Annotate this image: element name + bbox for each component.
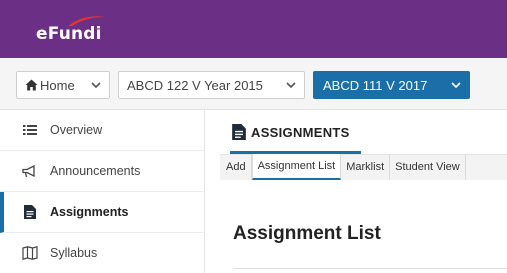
- chevron-down-icon: [91, 82, 101, 89]
- site-navigation-bar: Home ABCD 122 V Year 2015 ABCD 111 V 201…: [0, 58, 507, 110]
- tab-label: Student View: [395, 161, 460, 173]
- logo-swoosh-icon: [68, 16, 104, 26]
- top-banner: eFundi: [0, 0, 507, 58]
- site-dropdown-previous[interactable]: ABCD 122 V Year 2015: [118, 71, 305, 99]
- page-title: Assignment List: [233, 223, 381, 244]
- sidebar-item-label: Overview: [50, 123, 103, 137]
- sidebar-item-announcements[interactable]: Announcements: [0, 151, 205, 192]
- tool-tab-bar: Add Assignment List Marklist Student Vie…: [220, 154, 466, 180]
- megaphone-icon: [22, 164, 38, 178]
- site-dropdown-current[interactable]: ABCD 111 V 2017: [313, 71, 470, 99]
- tab-student-view[interactable]: Student View: [390, 154, 466, 180]
- home-dropdown[interactable]: Home: [16, 71, 110, 99]
- document-icon: [232, 124, 246, 140]
- sidebar-item-syllabus[interactable]: Syllabus: [0, 233, 205, 273]
- tab-label: Marklist: [346, 161, 385, 173]
- tab-add[interactable]: Add: [220, 154, 252, 180]
- sidebar-item-assignments[interactable]: Assignments: [0, 192, 205, 233]
- site-label: ABCD 111 V 2017: [323, 77, 428, 93]
- tab-label: Assignment List: [257, 160, 336, 172]
- tool-title: ASSIGNMENTS: [232, 124, 350, 140]
- document-icon: [22, 205, 38, 219]
- chevron-down-icon: [286, 82, 296, 89]
- chevron-down-icon: [451, 82, 461, 89]
- divider: [233, 268, 507, 269]
- home-icon: [25, 79, 38, 91]
- sidebar-item-label: Assignments: [50, 205, 129, 219]
- home-label: Home: [40, 77, 75, 93]
- main-content: ASSIGNMENTS Add Assignment List Marklist…: [205, 110, 507, 273]
- tool-sidebar: Overview Announcements Assignments Sylla…: [0, 110, 205, 273]
- sidebar-item-overview[interactable]: Overview: [0, 110, 205, 151]
- tab-assignment-list[interactable]: Assignment List: [251, 154, 342, 180]
- sidebar-item-label: Announcements: [50, 164, 141, 178]
- site-label: ABCD 122 V Year 2015: [127, 77, 263, 93]
- sidebar-item-label: Syllabus: [50, 246, 98, 260]
- list-icon: [22, 124, 38, 136]
- tab-label: Add: [226, 161, 246, 173]
- tool-title-text: ASSIGNMENTS: [251, 124, 350, 140]
- map-icon: [22, 246, 38, 260]
- tab-marklist[interactable]: Marklist: [341, 154, 391, 180]
